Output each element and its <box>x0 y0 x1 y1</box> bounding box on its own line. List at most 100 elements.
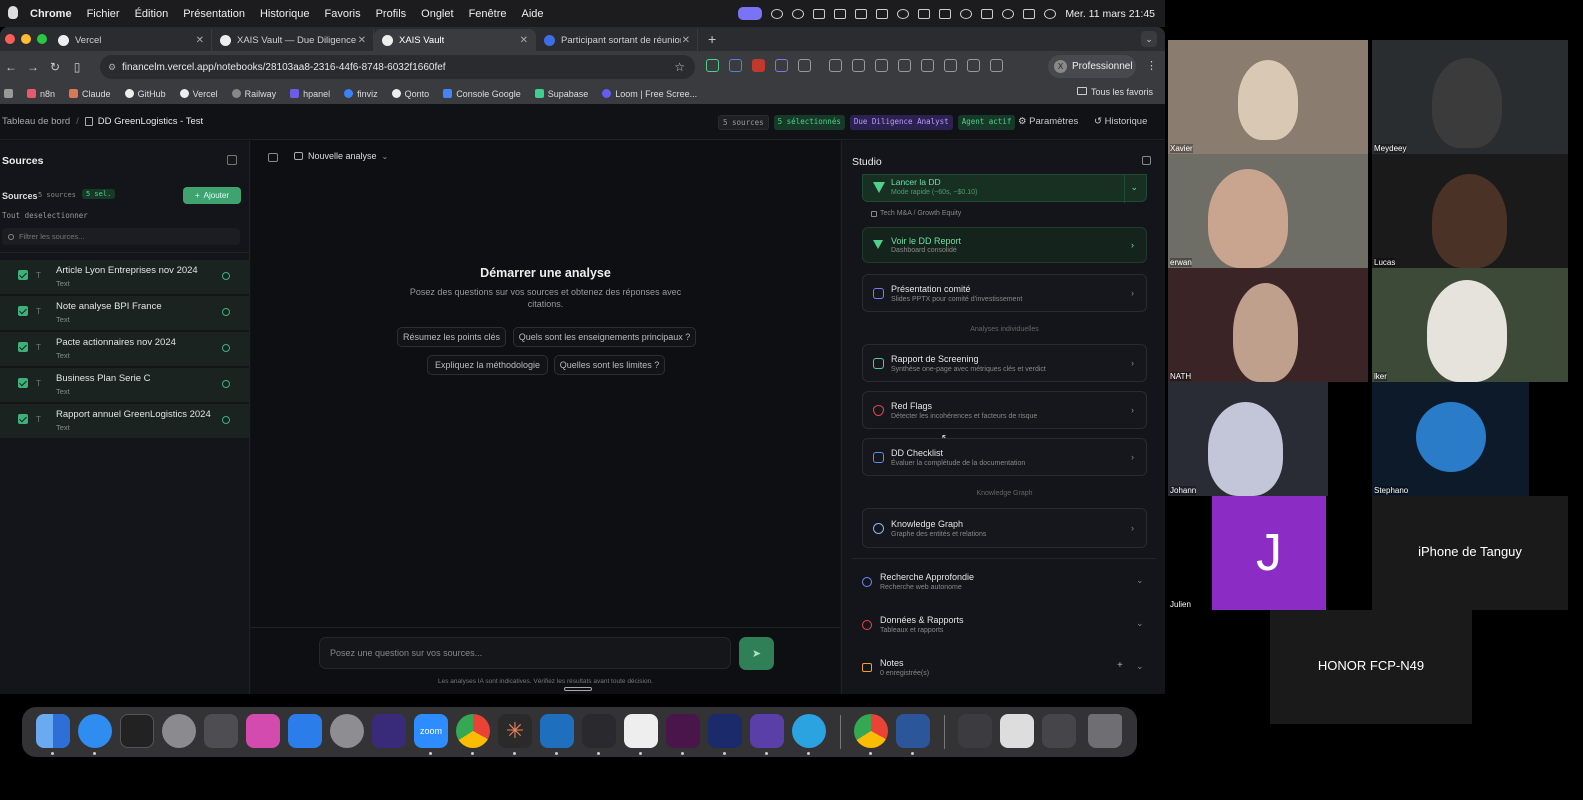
slack-icon[interactable] <box>666 714 700 748</box>
close-window-button[interactable] <box>5 34 15 44</box>
site-info-icon[interactable]: ⚙ <box>108 62 116 73</box>
toggle-sidebar-icon[interactable] <box>268 153 278 162</box>
dd-checklist-card[interactable]: DD Checklist Évaluer la complétude de la… <box>862 438 1147 476</box>
chevron-down-icon[interactable]: ⌄ <box>1130 182 1138 193</box>
apps-grid-icon[interactable] <box>4 89 13 98</box>
video-tile[interactable]: Xavier <box>1168 40 1368 154</box>
bookmark-hpanel[interactable]: hpanel <box>290 89 330 99</box>
settings-button[interactable]: ⚙ Paramètres <box>1018 116 1078 127</box>
translate-icon[interactable] <box>921 59 934 72</box>
grid-icon[interactable] <box>852 59 865 72</box>
extension-icon[interactable] <box>706 59 719 72</box>
bookmark-railway[interactable]: Railway <box>231 89 276 99</box>
sidebar-icon[interactable]: ▯ <box>66 60 88 74</box>
close-tab-icon[interactable]: ✕ <box>520 35 528 46</box>
all-bookmarks-button[interactable]: Tous les favoris <box>1076 87 1153 97</box>
code-icon[interactable] <box>875 59 888 72</box>
menu-edition[interactable]: Édition <box>135 8 169 20</box>
deselect-all-link[interactable]: Tout deselectionner <box>2 211 88 220</box>
dd-report-card[interactable]: Voir le DD Report Dashboard consolidé › <box>862 227 1147 263</box>
bookmark-github[interactable]: GitHub <box>124 89 166 99</box>
new-analysis-dropdown[interactable]: Nouvelle analyse ⌄ <box>294 151 388 161</box>
claude-icon[interactable]: ✳ <box>498 714 532 748</box>
filter-sources-input[interactable]: Filtrer les sources... <box>2 228 240 245</box>
telegram-icon[interactable] <box>813 8 826 19</box>
menubar-clock[interactable]: Mer. 11 mars 21:45 <box>1065 8 1155 20</box>
source-item[interactable]: T Article Lyon Entreprises nov 2024 Text <box>0 260 250 294</box>
history-button[interactable]: ↺ Historique <box>1094 116 1147 127</box>
zoom-icon[interactable]: zoom <box>414 714 448 748</box>
menu-app-name[interactable]: Chrome <box>30 8 72 20</box>
video-tile[interactable]: NATH <box>1168 268 1368 382</box>
menu-fichier[interactable]: Fichier <box>87 8 120 20</box>
new-tab-button[interactable]: + <box>708 31 716 47</box>
downloads-stack-icon[interactable] <box>1000 714 1034 748</box>
address-bar[interactable]: ⚙ financelm.vercel.app/notebooks/28103aa… <box>100 55 695 79</box>
tab-xais-vault[interactable]: XAIS Vault ✕ <box>374 29 536 51</box>
close-tab-icon[interactable]: ✕ <box>358 35 366 46</box>
obsidian-icon[interactable] <box>750 714 784 748</box>
source-checkbox[interactable] <box>18 306 28 316</box>
bookmark-loom[interactable]: Loom | Free Scree... <box>602 89 697 99</box>
menu-onglet[interactable]: Onglet <box>421 8 453 20</box>
apps-grid-icon[interactable] <box>204 714 238 748</box>
documents-stack-icon[interactable] <box>1042 714 1076 748</box>
bookmark-console-google[interactable]: Console Google <box>443 89 521 99</box>
trash-icon[interactable] <box>967 59 980 72</box>
menu-historique[interactable]: Historique <box>260 8 310 20</box>
expand-panel-icon[interactable] <box>1142 156 1151 165</box>
recent-file-icon[interactable] <box>958 714 992 748</box>
notes-app-icon[interactable] <box>624 714 658 748</box>
tab-participant[interactable]: Participant sortant de réunion ✕ <box>536 29 698 51</box>
breadcrumb-root[interactable]: Tableau de bord <box>2 116 70 127</box>
bookmark-supabase[interactable]: Supabase <box>534 89 588 99</box>
siri-icon[interactable] <box>1044 8 1057 19</box>
battery-icon[interactable] <box>981 8 994 19</box>
menu-presentation[interactable]: Présentation <box>183 8 245 20</box>
reload-icon[interactable]: ↻ <box>44 60 66 74</box>
source-checkbox[interactable] <box>18 342 28 352</box>
source-item[interactable]: T Business Plan Serie C Text <box>0 368 250 402</box>
video-tile[interactable]: HONOR FCP-N49 <box>1270 610 1472 724</box>
video-tile[interactable]: iPhone de Tanguy <box>1372 496 1568 610</box>
extension-icon[interactable] <box>752 59 765 72</box>
audio-app-icon[interactable] <box>582 714 616 748</box>
add-note-icon[interactable]: + <box>1117 660 1123 671</box>
source-item[interactable]: T Rapport annuel GreenLogistics 2024 Tex… <box>0 404 250 438</box>
question-input[interactable]: Posez une question sur vos sources... <box>319 637 731 669</box>
launchpad-icon[interactable] <box>162 714 196 748</box>
data-reports-accordion[interactable]: Données & Rapports Tableaux et rapports … <box>852 608 1152 648</box>
extension-icon[interactable] <box>775 59 788 72</box>
source-item[interactable]: T Note analyse BPI France Text <box>0 296 250 330</box>
forward-icon[interactable]: → <box>22 60 44 74</box>
collapse-panel-icon[interactable] <box>227 155 237 165</box>
screening-report-card[interactable]: Rapport de Screening Synthèse one-page a… <box>862 344 1147 382</box>
video-tile[interactable]: Johann <box>1168 382 1328 496</box>
add-source-button[interactable]: + Ajouter <box>183 187 241 204</box>
print-icon[interactable] <box>944 59 957 72</box>
tab-xais-vault-dd[interactable]: XAIS Vault — Due Diligence fi ✕ <box>212 29 374 51</box>
apple-icon[interactable] <box>8 6 18 19</box>
video-tile[interactable]: lker <box>1372 268 1568 382</box>
back-icon[interactable]: ← <box>0 60 22 74</box>
scroll-handle[interactable] <box>564 687 592 691</box>
bookmark-star-icon[interactable]: ☆ <box>674 60 685 74</box>
close-tab-icon[interactable]: ✕ <box>196 35 204 46</box>
system-settings-icon[interactable] <box>330 714 364 748</box>
puzzle-icon[interactable] <box>798 59 811 72</box>
knowledge-graph-card[interactable]: Knowledge Graph Graphe des entités et re… <box>862 508 1147 548</box>
suggestion-chip[interactable]: Quelles sont les limites ? <box>554 355 665 375</box>
menu-fenetre[interactable]: Fenêtre <box>469 8 507 20</box>
control-center-icon[interactable] <box>1023 8 1036 19</box>
mail-icon[interactable] <box>288 714 322 748</box>
bookmark-qonto[interactable]: Qonto <box>391 89 429 99</box>
vscode-icon[interactable] <box>540 714 574 748</box>
keynote-icon[interactable] <box>246 714 280 748</box>
bluetooth-icon[interactable] <box>939 8 952 19</box>
safari-icon[interactable] <box>78 714 112 748</box>
download-icon[interactable] <box>990 59 1003 72</box>
bookmark-n8n[interactable]: n8n <box>27 89 55 99</box>
launch-dd-button[interactable]: Lancer la DD Mode rapide (~60s, ~$0.10) … <box>862 174 1147 203</box>
headphones-icon[interactable] <box>897 8 910 19</box>
profile-button[interactable]: X Professionnel <box>1048 55 1136 78</box>
